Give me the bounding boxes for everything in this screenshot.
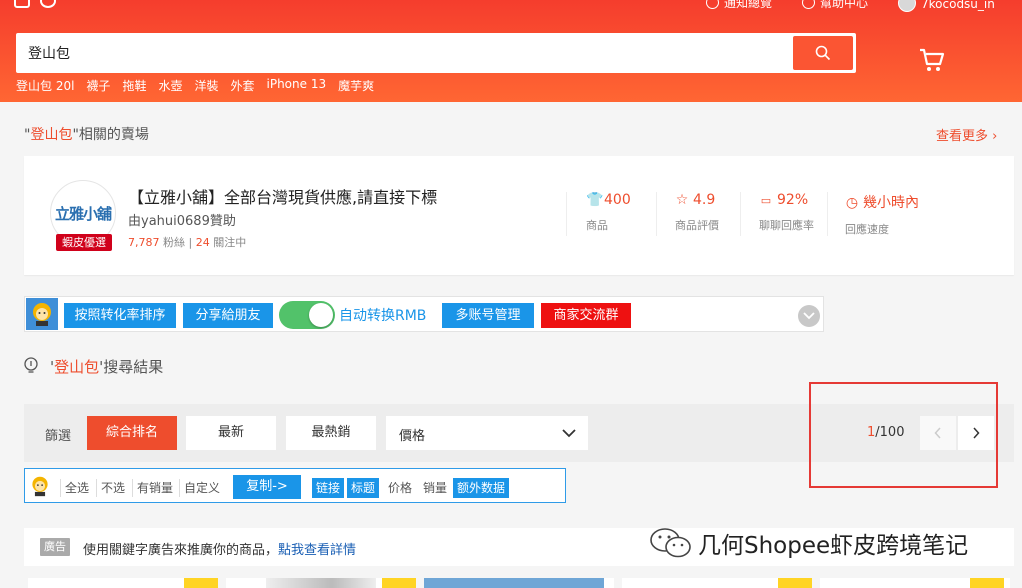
shirt-icon: 👕 bbox=[586, 192, 604, 208]
sort-relevance-button[interactable]: 綜合排名 bbox=[87, 416, 177, 450]
price-sort-select[interactable]: 價格 bbox=[386, 416, 588, 450]
see-more-link[interactable]: 查看更多 › bbox=[936, 125, 997, 144]
select-all-option[interactable]: 全选 bbox=[60, 479, 93, 497]
plugin-logo-icon bbox=[32, 476, 48, 497]
link-tag[interactable]: 链接 bbox=[312, 478, 345, 498]
sort-latest-button[interactable]: 最新 bbox=[186, 416, 276, 450]
ad-details-link[interactable]: 點我查看詳情 bbox=[278, 543, 356, 558]
hot-word[interactable]: 水壺 bbox=[158, 77, 182, 93]
search-result-title: '登山包'搜尋結果 bbox=[24, 356, 163, 377]
wechat-icon bbox=[650, 528, 691, 558]
hot-word[interactable]: 拖鞋 bbox=[122, 77, 146, 93]
sales-tag[interactable]: 销量 bbox=[419, 478, 451, 498]
merchant-group-button[interactable]: 商家交流群 bbox=[541, 303, 631, 328]
price-tag[interactable]: 价格 bbox=[384, 478, 416, 498]
highlight-annotation bbox=[809, 382, 998, 488]
has-sales-option[interactable]: 有销量 bbox=[132, 479, 177, 497]
shop-follow-stats: 7,787 粉絲 | 24 關注中 bbox=[128, 236, 247, 249]
divider bbox=[827, 192, 828, 236]
product-card[interactable] bbox=[820, 578, 1010, 588]
help-icon bbox=[802, 0, 815, 9]
line-icon[interactable] bbox=[40, 0, 56, 8]
chat-icon: ▭ bbox=[760, 194, 772, 207]
shop-name[interactable]: 【立雅小舖】全部台灣現貨供應,請直接下標 bbox=[128, 184, 437, 208]
search-icon bbox=[815, 45, 831, 61]
avatar bbox=[898, 0, 916, 12]
select-none-option[interactable]: 不选 bbox=[96, 479, 129, 497]
sort-by-conversion-button[interactable]: 按照转化率排序 bbox=[64, 303, 176, 328]
top-bar: 通知總覽 幫助中心 7kocodsu_in bbox=[0, 0, 1022, 12]
hot-word[interactable]: 魔芋爽 bbox=[338, 77, 374, 93]
ad-notice-text: 使用關鍵字廣告來推廣你的商品，點我查看詳情 bbox=[83, 543, 357, 558]
hot-words: 登山包 20l 襪子 拖鞋 水壺 洋裝 外套 iPhone 13 魔芋爽 bbox=[16, 77, 374, 93]
shop-sponsor: 由yahui0689贊助 bbox=[128, 214, 236, 229]
hot-word[interactable]: 外套 bbox=[230, 77, 254, 93]
preferred-badge: 蝦皮優選 bbox=[56, 234, 112, 251]
divider bbox=[740, 192, 741, 236]
instagram-icon[interactable] bbox=[14, 0, 30, 8]
site-header: 通知總覽 幫助中心 7kocodsu_in 登山包 20l 襪子 拖鞋 水壺 洋… bbox=[0, 0, 1022, 102]
cart-icon[interactable] bbox=[918, 46, 946, 74]
extra-data-tag[interactable]: 额外数据 bbox=[453, 478, 510, 498]
search-button[interactable] bbox=[793, 36, 853, 70]
chevron-down-icon bbox=[803, 312, 815, 320]
hot-word[interactable]: 襪子 bbox=[86, 77, 110, 93]
product-card[interactable] bbox=[226, 578, 416, 588]
watermark: 几何Shopee虾皮跨境笔记 bbox=[648, 526, 968, 560]
auto-rmb-toggle[interactable] bbox=[279, 301, 335, 329]
divider bbox=[566, 192, 567, 236]
lightbulb-icon bbox=[24, 357, 38, 373]
metric-products: 👕400 商品 bbox=[586, 192, 631, 232]
metric-response-speed: ◷ 幾小時內 回應速度 bbox=[845, 195, 919, 236]
shop-card[interactable]: 立雅小舖 蝦皮優選 【立雅小舖】全部台灣現貨供應,請直接下標 由yahui068… bbox=[24, 156, 1014, 275]
title-tag[interactable]: 标题 bbox=[347, 478, 380, 498]
sort-label: 篩選 bbox=[45, 429, 72, 444]
bell-icon bbox=[706, 0, 719, 9]
custom-option[interactable]: 自定义 bbox=[179, 479, 224, 497]
auto-rmb-label: 自动转换RMB bbox=[339, 308, 427, 324]
metric-chat-response: ▭ 92% 聊聊回應率 bbox=[759, 192, 814, 232]
search-box bbox=[16, 33, 856, 73]
product-card[interactable] bbox=[424, 578, 614, 588]
related-shops-title: "登山包"相關的賣場 bbox=[24, 127, 149, 143]
share-button[interactable]: 分享給朋友 bbox=[183, 303, 273, 328]
hot-word[interactable]: 登山包 20l bbox=[16, 77, 74, 93]
hot-word[interactable]: 洋裝 bbox=[194, 77, 218, 93]
divider bbox=[656, 192, 657, 236]
plugin-toolbar: 按照转化率排序 分享給朋友 自动转换RMB 多账号管理 商家交流群 bbox=[24, 296, 824, 332]
star-icon: ☆ bbox=[675, 192, 689, 208]
sort-top-sales-button[interactable]: 最熱銷 bbox=[286, 416, 376, 450]
multi-account-button[interactable]: 多账号管理 bbox=[442, 303, 534, 328]
metric-rating: ☆ 4.9 商品評價 bbox=[675, 192, 719, 232]
search-input[interactable] bbox=[16, 33, 792, 73]
plugin-logo-icon[interactable] bbox=[26, 298, 58, 330]
account-menu[interactable]: 7kocodsu_in bbox=[898, 0, 995, 12]
clock-icon: ◷ bbox=[845, 195, 859, 211]
help-link[interactable]: 幫助中心 bbox=[802, 0, 868, 11]
hot-word[interactable]: iPhone 13 bbox=[267, 77, 327, 93]
collapse-button[interactable] bbox=[798, 305, 820, 327]
chevron-down-icon bbox=[562, 429, 576, 438]
ad-badge: 廣告 bbox=[40, 538, 70, 556]
plugin-filter-row: 全选 不选 有销量 自定义 复制-> 链接 标题 价格 销量 额外数据 bbox=[24, 468, 566, 503]
product-card[interactable] bbox=[28, 578, 218, 588]
product-grid bbox=[28, 578, 1018, 588]
copy-button[interactable]: 复制-> bbox=[233, 475, 301, 499]
notifications-link[interactable]: 通知總覽 bbox=[706, 0, 772, 11]
product-card[interactable] bbox=[622, 578, 812, 588]
